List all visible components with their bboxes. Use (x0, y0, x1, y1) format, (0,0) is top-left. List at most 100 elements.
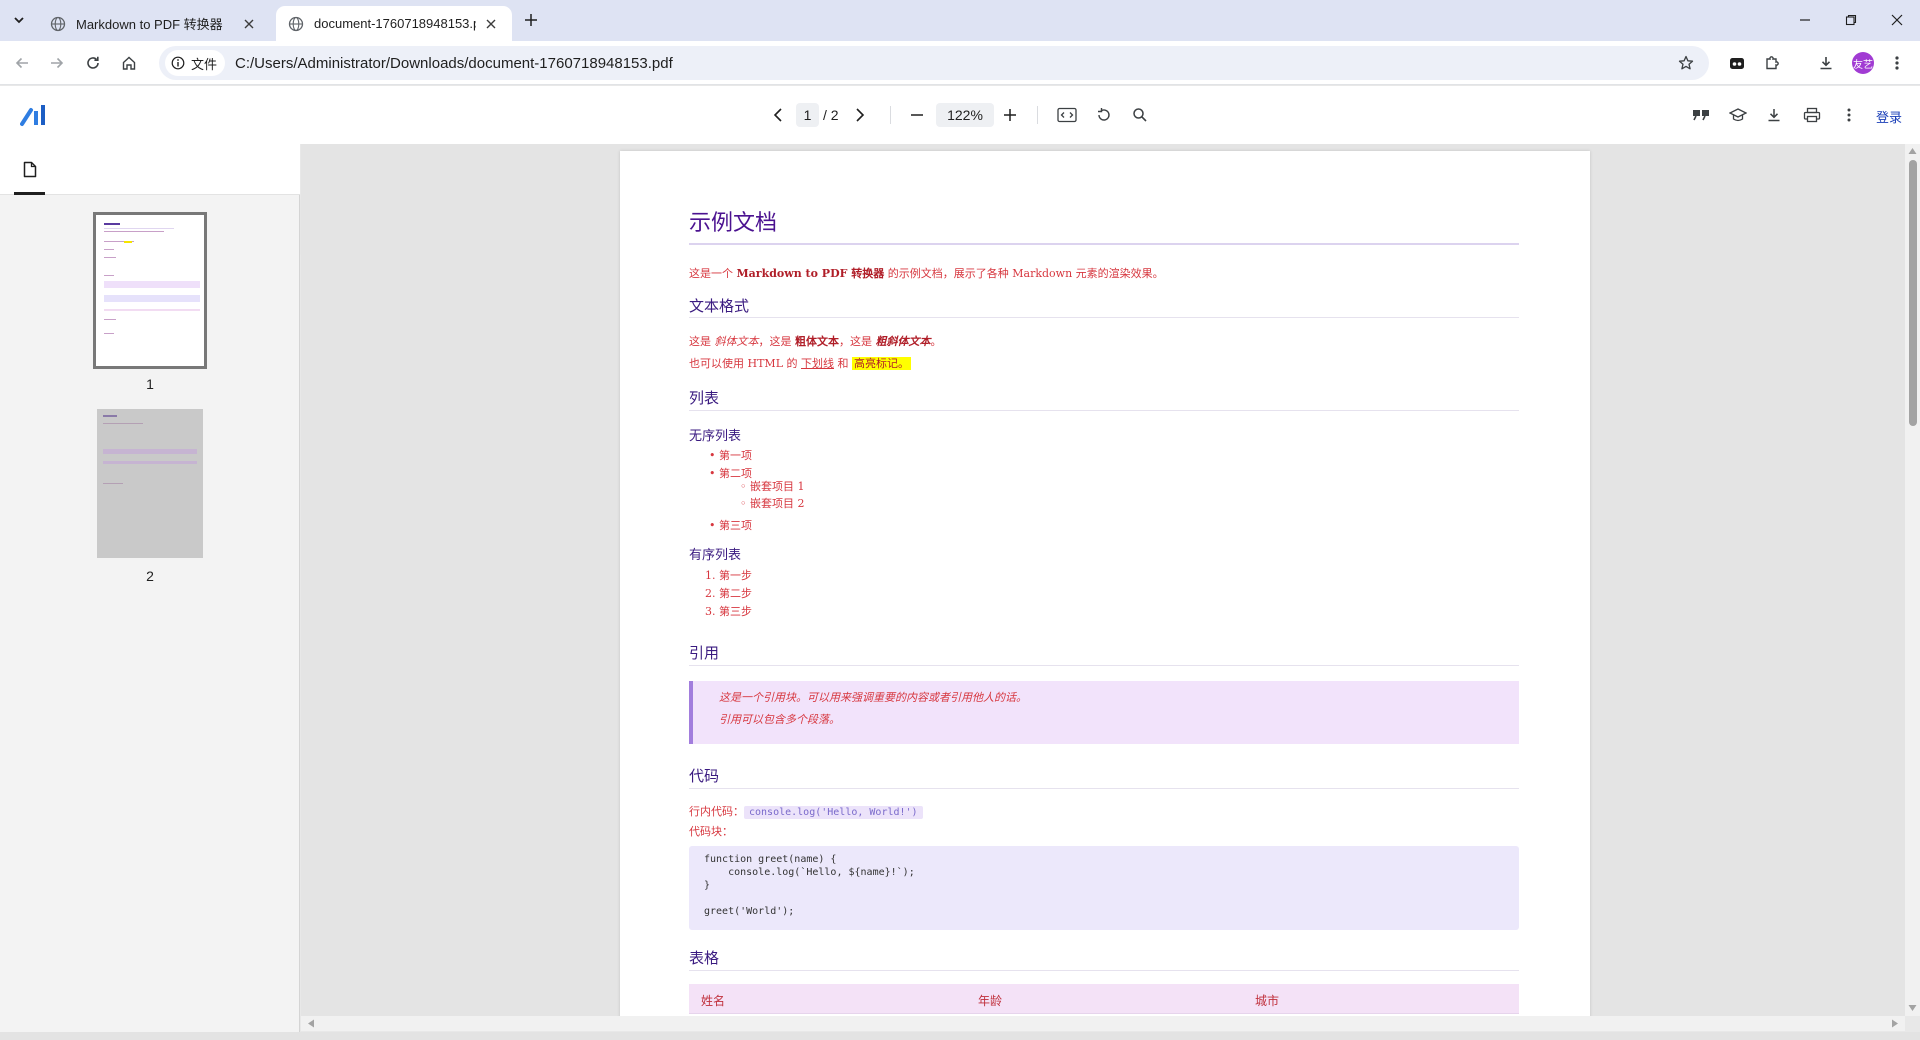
download-icon (1820, 57, 1832, 70)
extension-button[interactable] (1724, 50, 1750, 76)
close-window-button[interactable] (1874, 0, 1920, 40)
tab-markdown-converter[interactable]: Markdown to PDF 转换器 (38, 6, 270, 41)
list-item-text: 第二步 (719, 587, 752, 600)
page-number-input[interactable]: 1 (796, 103, 819, 127)
highlight-text: 高亮标记。 (852, 357, 911, 370)
back-button[interactable] (9, 50, 35, 76)
plus-icon (1004, 109, 1016, 121)
more-vertical-icon (1895, 56, 1899, 70)
thumb-mark (104, 333, 114, 334)
tab-title: document-1760718948153.pdf (314, 16, 476, 31)
intro-paragraph: 这是一个 Markdown to PDF 转换器 的示例文档，展示了各种 Mar… (689, 265, 1164, 281)
chevron-down-icon (14, 17, 24, 24)
puzzle-icon (1766, 56, 1779, 70)
next-page-button[interactable] (848, 103, 872, 127)
new-tab-button[interactable] (520, 9, 542, 31)
list-item-text: 嵌套项目 1 (750, 480, 805, 493)
quote-line: 这是一个引用块。可以用来强调重要的内容或者引用他人的话。 (719, 691, 1027, 704)
info-icon (171, 56, 185, 70)
forward-button[interactable] (44, 50, 70, 76)
pdf-page-area: 示例文档 这是一个 Markdown to PDF 转换器 的示例文档，展示了各… (301, 144, 1905, 1016)
site-info-chip[interactable]: 文件 (165, 50, 226, 76)
page-thumbnail-1[interactable] (93, 212, 207, 369)
zoom-out-button[interactable] (905, 103, 929, 127)
code-line: console.log(`Hello, ${name}!`); (704, 867, 915, 878)
tab-search-button[interactable] (8, 9, 30, 31)
glasses-icon (1730, 58, 1744, 69)
bottom-edge (0, 1032, 1920, 1040)
login-link[interactable]: 登录 (1876, 107, 1902, 126)
print-button[interactable] (1800, 103, 1824, 127)
search-button[interactable] (1128, 103, 1152, 127)
extensions-button[interactable] (1759, 50, 1785, 76)
vertical-scrollbar-thumb[interactable] (1909, 160, 1917, 426)
table-header-cell: 年龄 (978, 994, 1003, 1008)
close-icon[interactable] (240, 15, 258, 33)
download-icon (1768, 109, 1780, 122)
home-icon (122, 56, 136, 70)
bookmark-button[interactable] (1673, 50, 1699, 76)
page-total: / 2 (823, 107, 839, 123)
rotate-button[interactable] (1092, 103, 1116, 127)
chevron-left-icon (773, 108, 782, 122)
thumbnails-tab[interactable] (16, 158, 44, 180)
list-number: 3. (705, 605, 716, 618)
scroll-up-arrow-icon[interactable] (1908, 147, 1917, 155)
restore-button[interactable] (1828, 0, 1874, 40)
annotate-button[interactable] (1689, 103, 1713, 127)
table-header-cell: 城市 (1255, 994, 1280, 1008)
fit-page-button[interactable] (1055, 103, 1079, 127)
section-text-format: 文本格式 (689, 297, 750, 315)
address-bar[interactable]: 文件 C:/Users/Administrator/Downloads/docu… (159, 46, 1709, 80)
list-item: 1. 第一步 (705, 567, 752, 583)
list-item: • 第一项 (709, 449, 752, 462)
scroll-left-arrow-icon[interactable] (307, 1019, 315, 1028)
prev-page-button[interactable] (766, 103, 790, 127)
fit-to-page-icon (1057, 107, 1077, 123)
search-icon (1133, 108, 1147, 122)
ordered-list-heading: 有序列表 (689, 548, 742, 563)
browser-menu-button[interactable] (1884, 50, 1910, 76)
zoom-in-button[interactable] (998, 103, 1022, 127)
thumb-mark (103, 483, 123, 484)
format-p4: 。 (930, 335, 942, 348)
bold-text: 粗体文本 (795, 335, 839, 348)
horizontal-scrollbar[interactable] (301, 1016, 1905, 1031)
minimize-button[interactable] (1782, 0, 1828, 40)
reload-button[interactable] (80, 50, 106, 76)
downloads-button[interactable] (1813, 50, 1839, 76)
download-pdf-button[interactable] (1762, 103, 1786, 127)
code-block-label: 代码块： (689, 825, 733, 838)
ai-assistant-button[interactable] (1726, 103, 1750, 127)
thumb-mark (103, 423, 143, 424)
thumb-mark (124, 241, 132, 243)
site-info-label: 文件 (191, 56, 218, 72)
underline-text: 下划线 (801, 357, 834, 370)
scroll-down-arrow-icon[interactable] (1908, 1004, 1917, 1012)
format-p2: ，这是 (758, 335, 795, 348)
scroll-right-arrow-icon[interactable] (1891, 1019, 1899, 1028)
viewer-more-button[interactable] (1837, 103, 1861, 127)
page-thumbnail-2[interactable] (97, 409, 203, 558)
toolbar-divider (890, 106, 891, 124)
section-rule (689, 970, 1519, 971)
list-item-text: 第一项 (719, 449, 752, 462)
thumb-mark (103, 461, 197, 464)
thumb-mark (103, 415, 117, 417)
tab-pdf-document[interactable]: document-1760718948153.pdf (276, 6, 512, 41)
viewer-logo-icon (20, 105, 45, 126)
vertical-scrollbar[interactable] (1905, 144, 1920, 1016)
list-item-text: 嵌套项目 2 (750, 497, 805, 510)
section-table: 表格 (689, 949, 720, 967)
unordered-list-heading: 无序列表 (689, 429, 742, 444)
home-button[interactable] (116, 50, 142, 76)
profile-avatar[interactable]: 友艺 (1852, 52, 1874, 74)
url-text[interactable]: C:/Users/Administrator/Downloads/documen… (235, 55, 673, 72)
close-icon[interactable] (482, 15, 500, 33)
intro-bold: Markdown to PDF 转换器 (736, 267, 885, 280)
zoom-level-input[interactable]: 122% (936, 103, 994, 127)
printer-icon (1803, 107, 1821, 123)
document-icon (23, 161, 37, 177)
arrow-right-icon (51, 57, 64, 69)
table-header-row: 姓名 年龄 城市 (689, 984, 1519, 1014)
